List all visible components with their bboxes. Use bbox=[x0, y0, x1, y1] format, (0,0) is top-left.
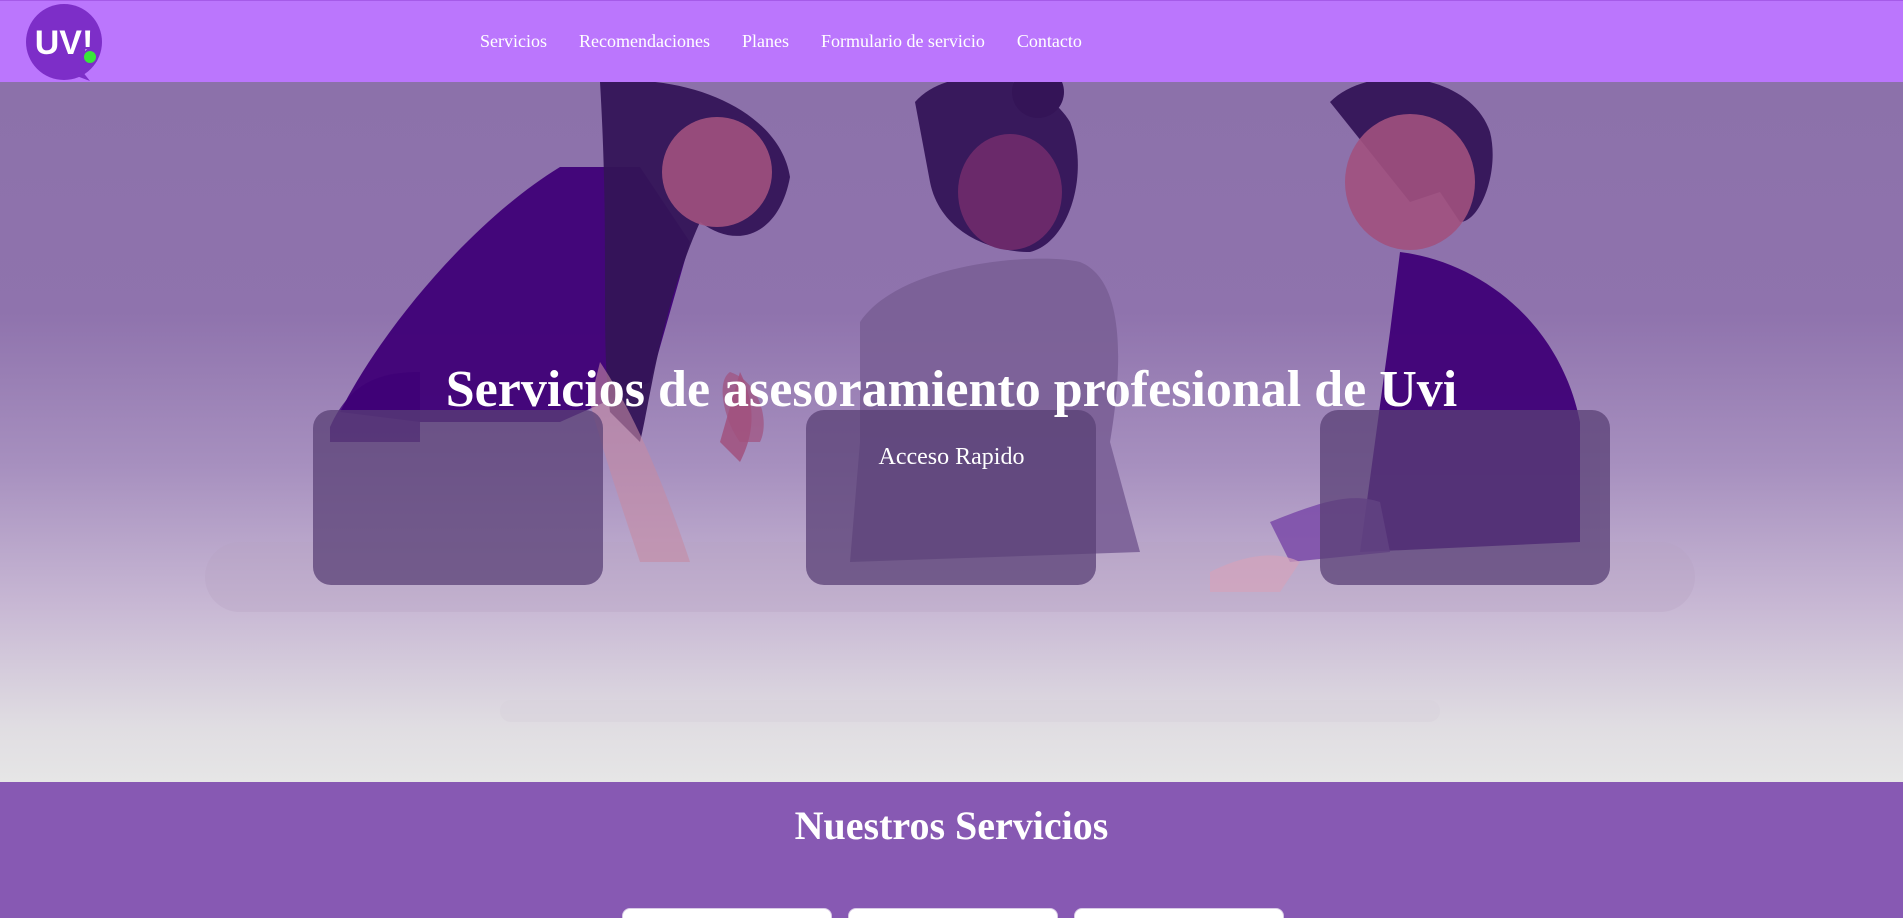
services-title: Nuestros Servicios bbox=[794, 803, 1109, 848]
nav-link-recomendaciones[interactable]: Recomendaciones bbox=[579, 31, 710, 52]
services-section: Nuestros Servicios bbox=[0, 782, 1903, 918]
nav-link-formulario[interactable]: Formulario de servicio bbox=[821, 31, 985, 52]
nav-link-contacto[interactable]: Contacto bbox=[1017, 31, 1082, 52]
service-card[interactable] bbox=[1074, 908, 1284, 918]
hero-section: Servicios de asesoramiento profesional d… bbox=[0, 82, 1903, 782]
uvi-logo[interactable]: UV! bbox=[24, 3, 106, 83]
nav-link-planes[interactable]: Planes bbox=[742, 31, 789, 52]
hero-title: Servicios de asesoramiento profesional d… bbox=[445, 361, 1458, 418]
service-card[interactable] bbox=[848, 908, 1058, 918]
nav-link-servicios[interactable]: Servicios bbox=[480, 31, 547, 52]
hero-subtitle: Acceso Rapido bbox=[878, 444, 1025, 470]
hero-illustration bbox=[205, 82, 1695, 722]
service-card[interactable] bbox=[622, 908, 832, 918]
top-navbar: UV! Servicios Recomendaciones Planes For… bbox=[0, 0, 1903, 82]
main-nav: Servicios Recomendaciones Planes Formula… bbox=[480, 31, 1082, 52]
